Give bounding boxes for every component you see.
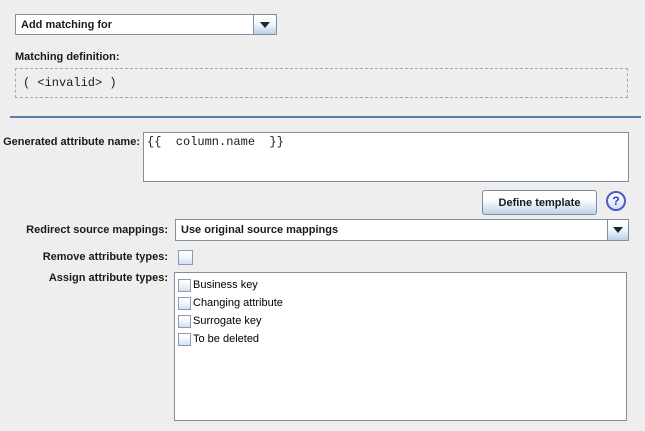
- remove-attribute-types-checkbox[interactable]: [178, 250, 193, 265]
- section-separator: [10, 116, 641, 118]
- changing-attribute-checkbox[interactable]: [178, 297, 191, 310]
- assign-attribute-types-label: Assign attribute types:: [0, 272, 168, 284]
- generated-attribute-name-input[interactable]: {{ column.name }}: [143, 132, 629, 182]
- list-item[interactable]: Surrogate key: [175, 312, 626, 330]
- matching-definition-box[interactable]: ( <invalid> ): [15, 68, 628, 98]
- redirect-source-mappings-dropdown-button[interactable]: [607, 220, 628, 240]
- redirect-source-mappings-combobox[interactable]: Use original source mappings: [175, 219, 629, 241]
- redirect-source-mappings-selected-value: Use original source mappings: [176, 220, 338, 240]
- help-icon[interactable]: ?: [606, 191, 626, 211]
- list-item-label: To be deleted: [193, 333, 259, 345]
- assign-attribute-types-list[interactable]: Business key Changing attribute Surrogat…: [174, 272, 627, 421]
- attribute-matching-panel: Add matching for Matching definition: ( …: [0, 0, 645, 431]
- list-item-label: Changing attribute: [193, 297, 283, 309]
- list-item[interactable]: Changing attribute: [175, 294, 626, 312]
- surrogate-key-checkbox[interactable]: [178, 315, 191, 328]
- matching-definition-expression: ( <invalid> ): [23, 69, 117, 97]
- list-item[interactable]: To be deleted: [175, 330, 626, 348]
- matching-definition-label: Matching definition:: [15, 51, 119, 63]
- redirect-source-mappings-label: Redirect source mappings:: [0, 224, 168, 236]
- list-item-label: Business key: [193, 279, 258, 291]
- business-key-checkbox[interactable]: [178, 279, 191, 292]
- list-item-label: Surrogate key: [193, 315, 261, 327]
- remove-attribute-types-label: Remove attribute types:: [0, 251, 168, 263]
- list-item[interactable]: Business key: [175, 276, 626, 294]
- chevron-down-icon: [613, 227, 623, 233]
- matching-type-combobox[interactable]: Add matching for: [15, 14, 277, 35]
- generated-attribute-name-label: Generated attribute name:: [0, 136, 140, 148]
- matching-type-dropdown-button[interactable]: [253, 15, 276, 34]
- to-be-deleted-checkbox[interactable]: [178, 333, 191, 346]
- define-template-button[interactable]: Define template: [482, 190, 597, 215]
- matching-type-selected-value: Add matching for: [16, 15, 112, 34]
- chevron-down-icon: [260, 22, 270, 28]
